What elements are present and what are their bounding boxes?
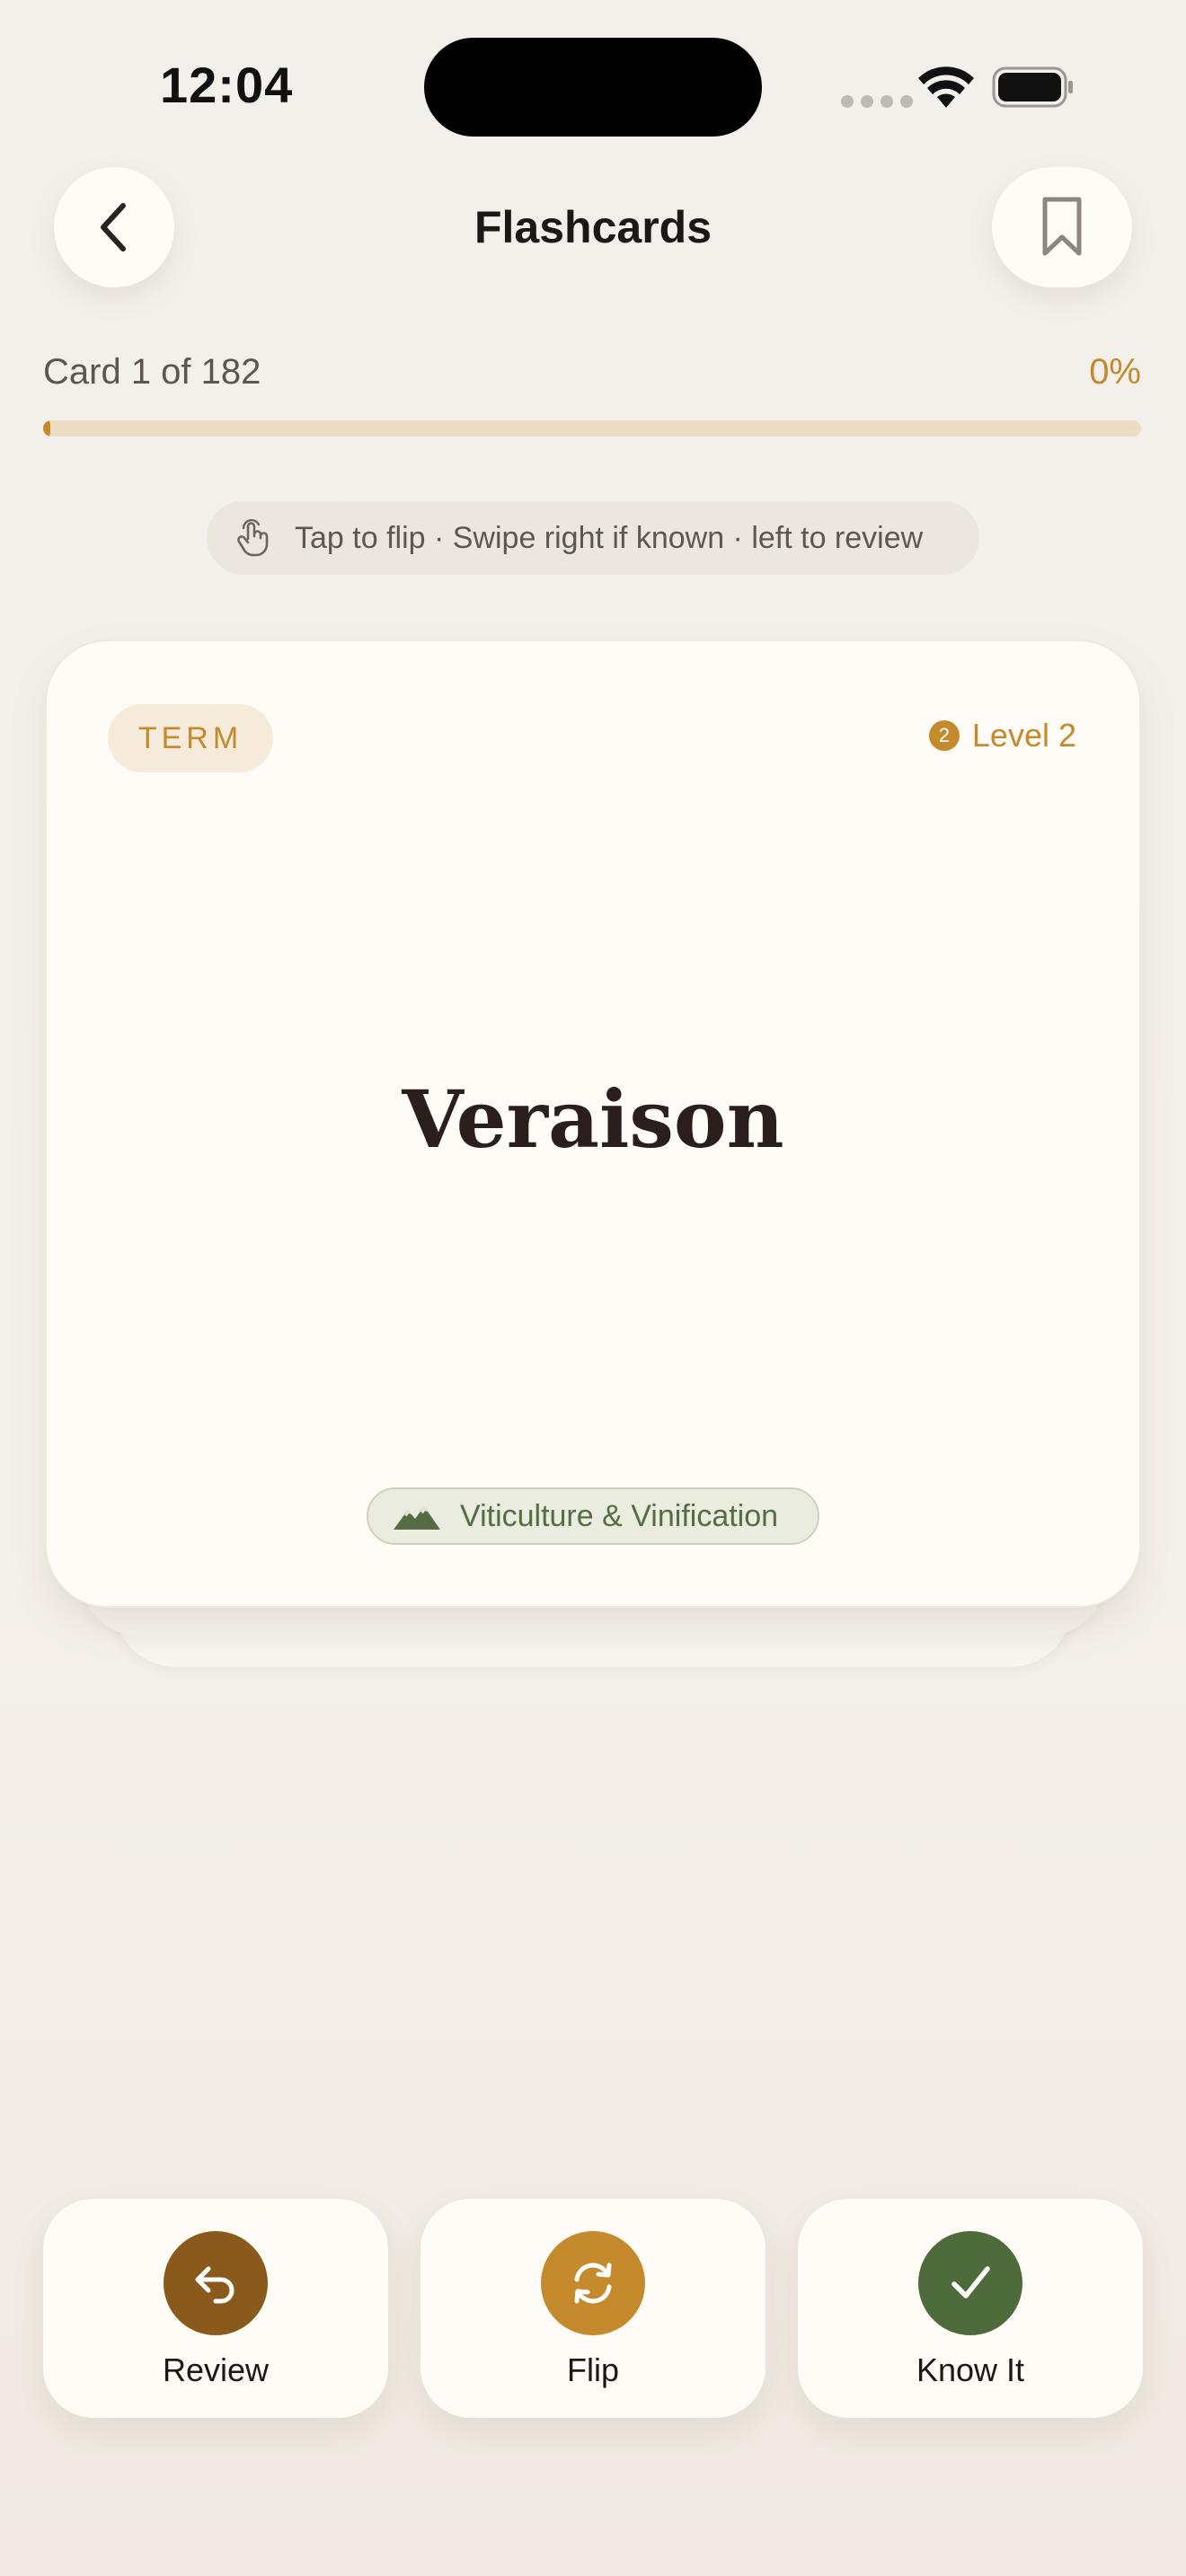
mountains-icon [394,1506,440,1530]
review-button[interactable]: Review [43,2199,388,2418]
level-number-badge: 2 [928,720,960,751]
dynamic-island [424,38,762,137]
category-pill: Viticulture & Vinification [367,1487,819,1545]
flashcard[interactable]: TERM 2 Level 2 Veraison Viticulture & Vi… [45,640,1141,1608]
progress-row: Card 1 of 182 0% [43,352,1141,406]
cellular-signal-icon [841,95,913,108]
category-label: Viticulture & Vinification [460,1498,779,1533]
header: Flashcards [0,167,1186,287]
term-badge: TERM [108,704,273,772]
undo-arrow-icon [195,2266,235,2304]
hint-text: Tap to flip · Swipe right if known · lef… [295,520,924,555]
know-it-button[interactable]: Know It [798,2199,1143,2418]
bookmark-icon [1042,197,1082,256]
hint-pill: Tap to flip · Swipe right if known · lef… [207,501,979,575]
know-it-icon-circle [918,2231,1022,2335]
flip-button[interactable]: Flip [420,2199,766,2418]
status-time: 12:04 [160,57,294,113]
battery-icon [992,66,1073,108]
status-bar: 12:04 [0,0,1186,171]
card-term: Veraison [402,1072,784,1166]
review-icon-circle [164,2231,268,2335]
flip-label: Flip [566,2351,619,2388]
wifi-icon [918,66,974,108]
progress-label: Card 1 of 182 [43,352,261,392]
review-label: Review [162,2351,270,2388]
level-label: Level 2 [971,717,1076,754]
level-indicator: 2 Level 2 [928,717,1076,754]
progress-bar [43,420,1141,437]
flip-icon-circle [541,2231,645,2335]
progress-fill [43,420,50,437]
refresh-icon [574,2263,612,2304]
checkmark-icon [951,2266,990,2298]
tap-hand-icon [237,518,269,557]
action-bar: Review Flip Know It [43,2199,1143,2418]
know-it-label: Know It [916,2351,1025,2388]
bookmark-button[interactable] [992,167,1132,287]
progress-percent: 0% [1089,352,1141,392]
